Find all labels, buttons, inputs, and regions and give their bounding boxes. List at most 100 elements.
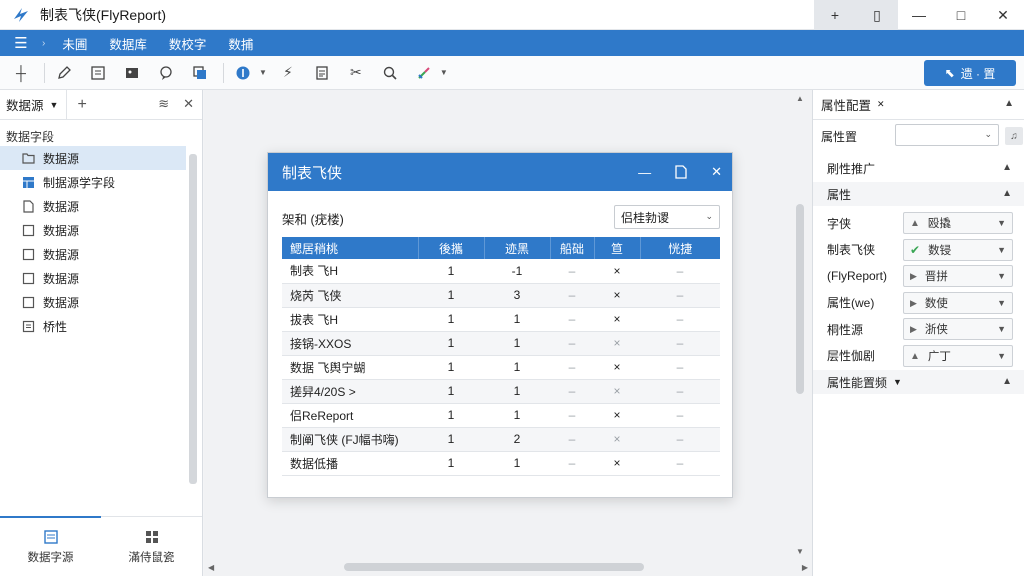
column-header[interactable]: 笪 xyxy=(594,237,641,259)
bottom-tab-data-source[interactable]: 数据字源 xyxy=(0,516,101,576)
crosshair-tool-button[interactable]: ┼ xyxy=(6,60,36,86)
dialog-select[interactable]: 侣桂勃谡 ⌄ xyxy=(614,205,720,229)
table-row[interactable]: 数据低播 1 1– × – xyxy=(282,451,720,476)
scroll-thumb[interactable] xyxy=(344,563,644,571)
property-name: 属性(we) xyxy=(827,296,875,310)
section-extensions[interactable]: 刷性推广 ▲ xyxy=(813,156,1024,180)
music-note-icon[interactable]: ♫ xyxy=(1005,127,1023,145)
table-cell: × xyxy=(594,355,640,380)
property-value-select[interactable]: ▶ 浙侠 ▼ xyxy=(903,318,1013,340)
copy-tool-button[interactable] xyxy=(185,60,215,86)
minimize-button[interactable]: — xyxy=(898,0,940,30)
tab-property-config[interactable]: 属性配置 xyxy=(821,95,871,114)
primary-action-button[interactable]: ⬉ 遗 · 置 xyxy=(924,60,1016,86)
data-source-item[interactable]: 数据源 xyxy=(0,218,186,242)
dialog-minimize-icon[interactable]: — xyxy=(638,165,651,180)
bottom-tab-grid[interactable]: 滿侍鼠瓷 xyxy=(101,517,202,576)
image-tool-button[interactable] xyxy=(117,60,147,86)
checkbox-icon xyxy=(22,224,35,237)
info-dropdown-icon[interactable]: ▼ xyxy=(259,68,267,77)
menu-item-2[interactable]: 数据库 xyxy=(98,34,158,53)
document-tool-button[interactable] xyxy=(307,60,337,86)
table-row[interactable]: 数据 飞舆宁蝴 1 1– × – xyxy=(282,355,720,380)
table-cell: – xyxy=(550,379,594,404)
hamburger-menu-icon[interactable]: ☰ xyxy=(6,34,36,52)
table-row[interactable]: 制阐飞侠 (FJ幅书嗨) 1 2– × – xyxy=(282,427,720,452)
scroll-up-icon[interactable]: ▲ xyxy=(796,94,804,103)
property-value-select[interactable]: ▲ 殴撬 ▼ xyxy=(903,212,1013,234)
restore-layout-button[interactable]: ▯ xyxy=(856,0,898,30)
form-tool-button[interactable] xyxy=(83,60,113,86)
scroll-down-icon[interactable]: ▼ xyxy=(796,547,804,556)
table-cell: 数据低播 xyxy=(282,451,418,476)
table-cell: × xyxy=(594,427,640,452)
comment-tool-button[interactable] xyxy=(151,60,181,86)
data-source-item[interactable]: 桥性 xyxy=(0,314,186,338)
table-row[interactable]: 烧芮 飞侠 1 3– × – xyxy=(282,283,720,308)
scroll-thumb[interactable] xyxy=(189,154,197,484)
add-tab-icon[interactable]: + xyxy=(77,96,86,114)
dialog-title-bar: 制表飞侠 — ✕ xyxy=(268,153,732,191)
table-row[interactable]: 搓舁4/20S >1 1– × – xyxy=(282,379,720,404)
property-value-select[interactable]: ✔ 数锓 ▼ xyxy=(903,238,1013,261)
section-advanced[interactable]: 属性能置频 ▼ ▲ xyxy=(813,370,1024,394)
form-icon xyxy=(91,65,105,80)
app-logo-icon xyxy=(10,4,32,26)
scroll-left-icon[interactable]: ◀ xyxy=(208,563,214,572)
column-header[interactable]: 鳃居稍桃 xyxy=(282,237,419,259)
dialog-close-icon[interactable]: ✕ xyxy=(711,164,722,180)
data-source-item[interactable]: 数据源 xyxy=(0,146,186,170)
brush-tool-button[interactable] xyxy=(409,60,439,86)
maximize-button[interactable]: □ xyxy=(940,0,982,30)
table-cell: – xyxy=(640,283,720,308)
data-source-item[interactable]: 制据源学字段 xyxy=(0,170,186,194)
play-icon: ▶ xyxy=(910,297,917,308)
menu-item-3[interactable]: 数校字 xyxy=(158,34,218,53)
close-tab-icon[interactable]: ✕ xyxy=(877,99,885,110)
search-tool-button[interactable] xyxy=(375,60,405,86)
canvas-vertical-scrollbar[interactable]: ▲ ▼ xyxy=(793,94,807,556)
table-row[interactable]: 制表 飞H 1 -1– × – xyxy=(282,259,720,284)
chevron-down-icon: ▼ xyxy=(997,244,1006,255)
property-name: 字侠 xyxy=(827,216,852,231)
column-header[interactable]: 船础 xyxy=(550,237,595,259)
signal-icon[interactable]: ≋ xyxy=(158,96,169,112)
info-tool-button[interactable] xyxy=(228,60,258,86)
table-row[interactable]: 拔表 飞H 1 1– × – xyxy=(282,307,720,332)
column-header[interactable]: 恍捷 xyxy=(640,237,720,259)
menu-item-4[interactable]: 数捕 xyxy=(217,34,264,53)
canvas-horizontal-scrollbar[interactable]: ◀ ▶ xyxy=(208,560,808,574)
property-value-select[interactable]: ▶ 数使 ▼ xyxy=(903,291,1013,314)
info-icon xyxy=(236,66,250,79)
close-button[interactable]: ✕ xyxy=(982,0,1024,30)
property-value-select[interactable]: ▲ 广丁 ▼ xyxy=(903,344,1013,367)
cut-tool-button[interactable]: ✂ xyxy=(341,60,371,86)
scroll-thumb[interactable] xyxy=(796,204,804,394)
new-window-button[interactable]: + xyxy=(814,0,856,30)
table-row[interactable]: 接锅-XXOS 1 1– × – xyxy=(282,331,720,356)
dialog-document-icon[interactable] xyxy=(675,165,687,179)
section-properties[interactable]: 属性 ▲ xyxy=(813,182,1024,206)
scroll-right-icon[interactable]: ▶ xyxy=(802,563,808,572)
property-name: (FlyReport) xyxy=(827,269,888,283)
column-header[interactable]: 迹黑 xyxy=(484,237,551,259)
column-header[interactable]: 後攜 xyxy=(418,237,485,259)
tab-data-source[interactable]: 数据源 ▼ xyxy=(6,89,68,120)
data-source-item[interactable]: 数据源 xyxy=(0,290,186,314)
chevron-up-icon[interactable]: ▲ xyxy=(1004,98,1014,109)
edit-tool-button[interactable] xyxy=(49,60,79,86)
data-source-item[interactable]: 数据源 xyxy=(0,242,186,266)
property-value-select[interactable]: ▶ 晋拼 ▼ xyxy=(903,265,1013,287)
chevron-up-icon: ▲ xyxy=(1002,188,1012,199)
lightning-tool-button[interactable]: ⚡ xyxy=(273,60,303,86)
data-source-item[interactable]: 数据源 xyxy=(0,194,186,218)
property-filter-select[interactable]: ⌄ xyxy=(895,124,999,146)
data-source-item[interactable]: 数据源 xyxy=(0,266,186,290)
left-panel-scrollbar[interactable] xyxy=(187,146,199,516)
table-row[interactable]: 侣ReReport 1 1– × – xyxy=(282,403,720,428)
close-icon[interactable]: ✕ xyxy=(183,96,194,112)
section-label: 属性能置频 xyxy=(827,375,888,390)
table-cell: – xyxy=(550,403,594,428)
brush-dropdown-icon[interactable]: ▼ xyxy=(440,68,448,77)
menu-item-1[interactable]: 未圃 xyxy=(51,34,98,53)
